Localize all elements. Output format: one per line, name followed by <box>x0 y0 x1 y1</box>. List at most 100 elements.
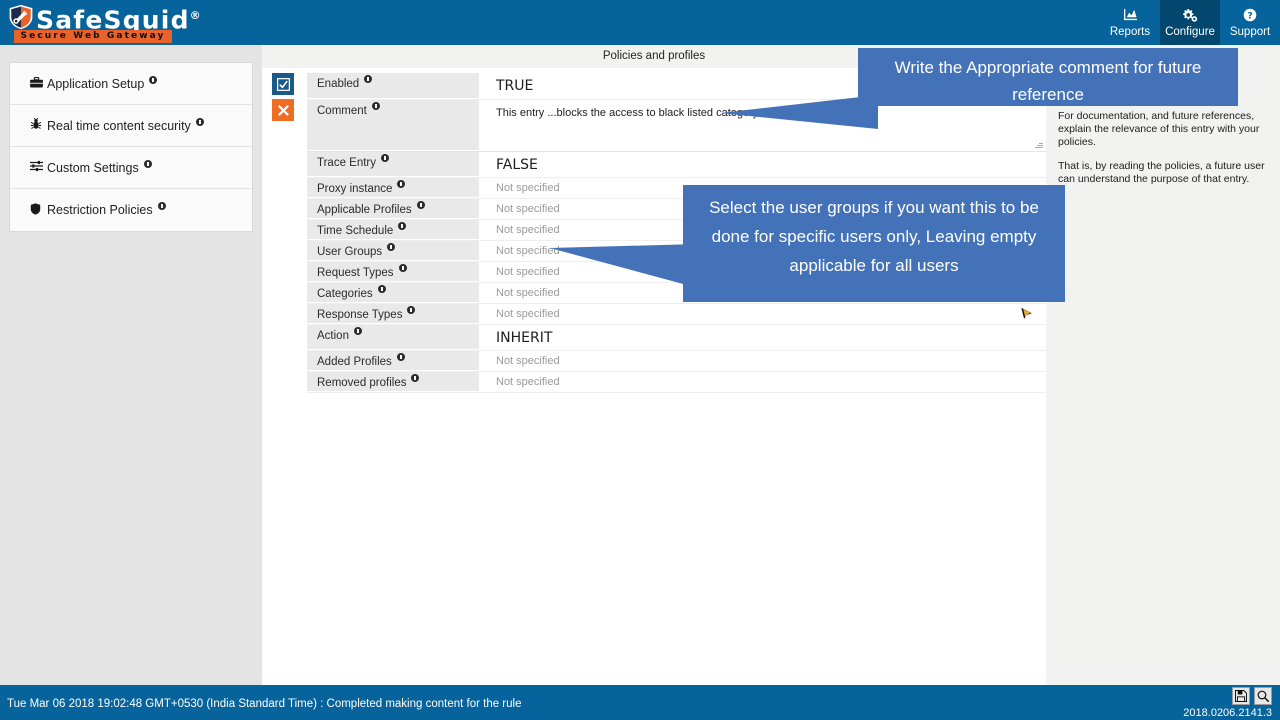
form-label-action: Action <box>307 325 479 350</box>
sidebar-item-real-time-content-security[interactable]: Real time content security <box>10 105 252 147</box>
save-icon <box>1235 690 1247 702</box>
info-icon[interactable] <box>371 102 380 110</box>
form-row-action: Action INHERIT <box>307 325 1046 351</box>
delete-entry-button[interactable] <box>272 99 294 121</box>
label-text: Action <box>317 330 349 342</box>
search-icon <box>1257 690 1269 702</box>
info-icon[interactable] <box>143 159 152 168</box>
close-icon <box>277 104 289 116</box>
save-button[interactable] <box>1232 687 1250 705</box>
form-row-response-types: Response Types Not specified <box>307 304 1046 325</box>
top-nav: Reports Configure ? Support <box>1100 0 1280 45</box>
form-label-trace-entry: Trace Entry <box>307 152 479 177</box>
info-icon[interactable] <box>407 306 416 314</box>
form-row-added-profiles: Added Profiles Not specified <box>307 351 1046 372</box>
nav-item-reports[interactable]: Reports <box>1100 0 1160 45</box>
label-text: Removed profiles <box>317 377 407 389</box>
label-text: Added Profiles <box>317 356 392 368</box>
form-value-action[interactable]: INHERIT <box>479 325 1046 350</box>
form-value-response-types[interactable]: Not specified <box>479 304 1046 324</box>
sidebar: Application Setup Real time content secu… <box>0 45 262 685</box>
value-text: FALSE <box>496 156 538 173</box>
logo-tagline: Secure Web Gateway <box>14 30 172 43</box>
row-action-buttons <box>272 73 294 125</box>
sidebar-item-application-setup[interactable]: Application Setup <box>10 63 252 105</box>
info-icon[interactable] <box>377 285 386 293</box>
info-icon[interactable] <box>416 201 425 209</box>
bug-shield-icon <box>30 117 47 133</box>
info-icon[interactable] <box>396 353 405 361</box>
value-text: INHERIT <box>496 329 553 346</box>
label-text: Request Types <box>317 267 394 279</box>
resize-handle-icon[interactable] <box>1034 140 1043 149</box>
label-text: Response Types <box>317 309 403 321</box>
info-icon[interactable] <box>411 374 420 382</box>
value-placeholder: Not specified <box>496 355 560 367</box>
form-label-response-types: Response Types <box>307 304 479 324</box>
main-content: Policies and profiles Enabled TRUE Comme… <box>262 45 1046 685</box>
info-icon[interactable] <box>195 117 204 126</box>
label-text: Time Schedule <box>317 225 394 237</box>
form-label-enabled: Enabled <box>307 73 479 99</box>
sidebar-item-custom-settings[interactable]: Custom Settings <box>10 147 252 189</box>
info-icon[interactable] <box>364 75 373 83</box>
form-value-removed-profiles[interactable]: Not specified <box>479 372 1046 392</box>
info-icon[interactable] <box>397 180 406 188</box>
callout-tail-comment <box>720 95 878 129</box>
sidebar-label-custom-settings: Custom Settings <box>47 160 139 175</box>
sidebar-menu: Application Setup Real time content secu… <box>9 62 253 232</box>
callout-comment: Write the Appropriate comment for future… <box>858 48 1238 106</box>
label-text: Enabled <box>317 78 360 90</box>
form-row-removed-profiles: Removed profiles Not specified <box>307 372 1046 393</box>
chart-bar-icon <box>1123 8 1138 25</box>
form-label-comment: Comment <box>307 100 479 151</box>
value-placeholder: Not specified <box>496 224 560 236</box>
shield-icon <box>30 202 47 218</box>
value-placeholder: Not specified <box>496 203 560 215</box>
enable-entry-checkbox[interactable] <box>272 73 294 95</box>
info-icon[interactable] <box>387 243 396 251</box>
label-text: Categories <box>317 288 373 300</box>
info-icon[interactable] <box>157 202 166 210</box>
search-button[interactable] <box>1254 687 1272 705</box>
form-row-trace-entry: Trace Entry FALSE <box>307 152 1046 178</box>
form-label-added-profiles: Added Profiles <box>307 351 479 371</box>
version-label: 2018.0206.2141.3 <box>1183 707 1272 719</box>
sidebar-item-restriction-policies[interactable]: Restriction Policies <box>10 189 252 231</box>
callout-tail-user-groups <box>550 244 698 288</box>
app-header: SafeSquid® Secure Web Gateway Reports Co… <box>0 0 1280 45</box>
nav-label-reports: Reports <box>1109 26 1151 38</box>
form-label-applicable-profiles: Applicable Profiles <box>307 199 479 219</box>
mouse-cursor-icon <box>1020 306 1034 321</box>
form-label-removed-profiles: Removed profiles <box>307 372 479 392</box>
sliders-icon <box>30 160 47 175</box>
question-circle-icon: ? <box>1243 8 1257 25</box>
form-value-added-profiles[interactable]: Not specified <box>479 351 1046 371</box>
safesquid-logo[interactable]: SafeSquid® Secure Web Gateway <box>8 2 201 44</box>
checkbox-checked-icon <box>276 77 290 91</box>
logo-registered-mark: ® <box>189 9 201 22</box>
form-row-comment: Comment This entry ...blocks the access … <box>307 100 1046 152</box>
form-label-request-types: Request Types <box>307 262 479 282</box>
info-icon[interactable] <box>353 327 362 335</box>
svg-text:?: ? <box>1247 11 1252 22</box>
info-icon[interactable] <box>398 264 407 272</box>
info-icon[interactable] <box>398 222 407 230</box>
cogs-icon <box>1182 8 1198 25</box>
sidebar-label-application-setup: Application Setup <box>47 76 145 91</box>
form-value-trace-entry[interactable]: FALSE <box>479 152 1046 177</box>
form-label-categories: Categories <box>307 283 479 303</box>
nav-item-configure[interactable]: Configure <box>1160 0 1220 45</box>
form-label-time-schedule: Time Schedule <box>307 220 479 240</box>
info-icon[interactable] <box>381 154 390 162</box>
label-text: Applicable Profiles <box>317 204 412 216</box>
footer-buttons <box>1232 687 1272 705</box>
app-window: SafeSquid® Secure Web Gateway Reports Co… <box>0 0 1280 720</box>
info-icon[interactable] <box>149 75 158 84</box>
label-text: Trace Entry <box>317 157 377 169</box>
value-placeholder: Not specified <box>496 308 560 320</box>
value-text: TRUE <box>496 78 534 94</box>
footer-status-bar: Tue Mar 06 2018 19:02:48 GMT+0530 (India… <box>0 685 1280 720</box>
label-text: User Groups <box>317 246 383 258</box>
nav-item-support[interactable]: ? Support <box>1220 0 1280 45</box>
